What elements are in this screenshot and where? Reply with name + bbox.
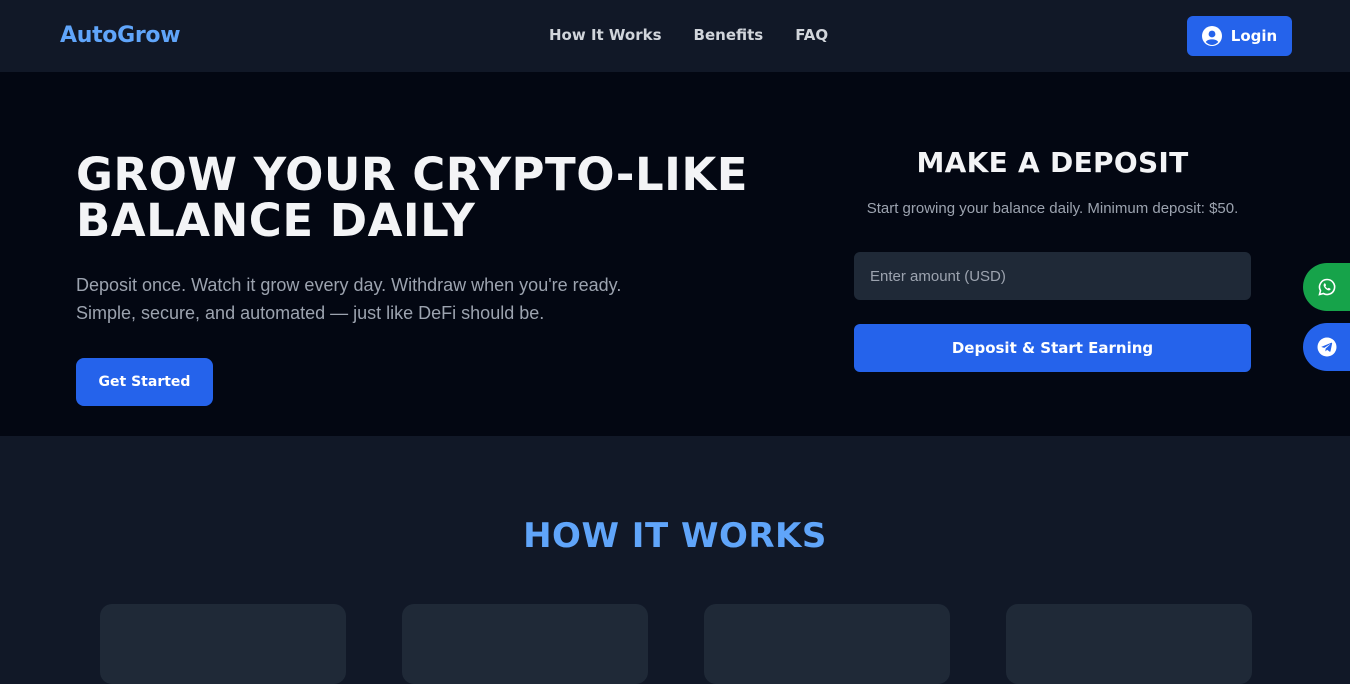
deposit-subtitle: Start growing your balance daily. Minimu… — [866, 200, 1239, 217]
telegram-icon — [1317, 337, 1337, 357]
hero-title: GROW YOUR CRYPTO-LIKE BALANCE DAILY — [76, 152, 796, 244]
step-card — [100, 604, 346, 684]
hero-subtitle-line-2: Simple, secure, and automated — just lik… — [76, 303, 545, 323]
nav-link-faq[interactable]: FAQ — [795, 26, 828, 44]
nav-link-how-it-works[interactable]: How It Works — [549, 26, 662, 44]
step-card — [704, 604, 950, 684]
deposit-title: MAKE A DEPOSIT — [916, 146, 1189, 179]
get-started-button[interactable]: Get Started — [76, 358, 213, 406]
nav-links: How It Works Benefits FAQ — [549, 26, 828, 44]
telegram-float-button[interactable] — [1303, 323, 1350, 371]
hero-subtitle: Deposit once. Watch it grow every day. W… — [76, 271, 736, 327]
how-it-works-title: HOW IT WORKS — [523, 516, 827, 556]
login-label: Login — [1230, 27, 1278, 45]
whatsapp-icon — [1318, 278, 1336, 296]
brand-logo[interactable]: AutoGrow — [60, 23, 181, 48]
hero-section: GROW YOUR CRYPTO-LIKE BALANCE DAILY Depo… — [0, 72, 1350, 436]
deposit-button[interactable]: Deposit & Start Earning — [854, 324, 1251, 372]
navbar: AutoGrow How It Works Benefits FAQ Login — [0, 0, 1350, 72]
step-card — [402, 604, 648, 684]
hero-subtitle-line-1: Deposit once. Watch it grow every day. W… — [76, 275, 622, 295]
how-it-works-cards — [100, 604, 1252, 684]
whatsapp-float-button[interactable] — [1303, 263, 1350, 311]
login-button[interactable]: Login — [1187, 16, 1292, 56]
hero-title-line-2: BALANCE DAILY — [76, 194, 476, 247]
step-card — [1006, 604, 1252, 684]
user-circle-icon — [1201, 26, 1222, 46]
deposit-amount-input[interactable] — [854, 252, 1251, 300]
nav-link-benefits[interactable]: Benefits — [694, 26, 764, 44]
